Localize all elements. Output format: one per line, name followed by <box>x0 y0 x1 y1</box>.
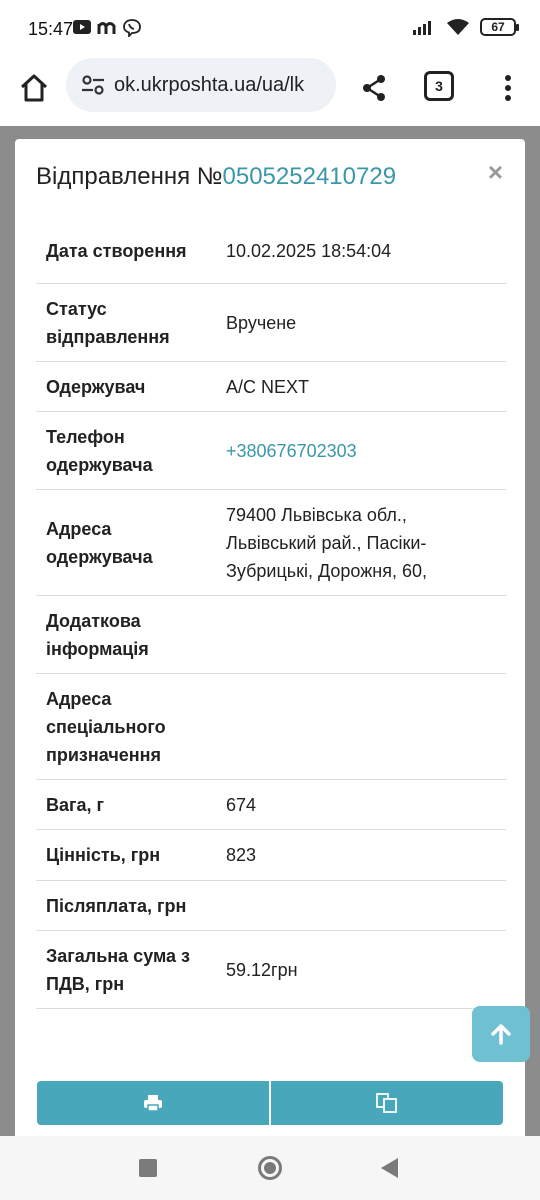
table-row: Цінність, грн 823 <box>36 830 506 881</box>
table-row: Загальна сума з ПДВ, грн 59.12грн <box>36 931 506 1009</box>
row-value-weight: 674 <box>226 794 257 815</box>
battery-icon: 67 <box>480 18 519 36</box>
tracking-number[interactable]: 0505252410729 <box>223 163 397 190</box>
print-button[interactable] <box>37 1081 271 1125</box>
close-icon[interactable]: × <box>488 157 503 188</box>
copy-icon <box>376 1093 397 1113</box>
address-bar[interactable]: ok.ukrposhta.ua/ua/lk <box>66 58 336 112</box>
modal-actions <box>37 1081 503 1125</box>
back-icon[interactable] <box>381 1158 398 1178</box>
row-value-declared-value: 823 <box>226 845 257 865</box>
row-label-status: Статус відправлення <box>46 298 170 347</box>
table-row: Додаткова інформація <box>36 596 506 674</box>
row-label-recipient: Одержувач <box>46 376 146 397</box>
row-value-recipient: А/С NEXT <box>226 376 310 397</box>
row-label-phone: Телефон одержувача <box>46 426 153 475</box>
share-icon <box>363 75 385 101</box>
recents-icon[interactable] <box>139 1159 157 1177</box>
share-button[interactable] <box>354 68 394 108</box>
row-value-address: 79400 Львівська обл., Львівський рай., П… <box>226 504 427 581</box>
home-nav-icon[interactable] <box>258 1156 282 1180</box>
recipient-phone-link[interactable]: +380676702303 <box>226 437 506 465</box>
row-value-status: Вручене <box>226 312 297 333</box>
tabs-icon[interactable]: 3 <box>424 71 454 101</box>
shipment-info-table: Дата створення 10.02.2025 18:54:04 Стату… <box>36 219 506 1009</box>
row-value-created: 10.02.2025 18:54:04 <box>226 241 392 261</box>
browser-toolbar: ok.ukrposhta.ua/ua/lk 3 <box>0 58 540 126</box>
table-row: Одержувач А/С NEXT <box>36 362 506 412</box>
row-label-additional-info: Додаткова інформація <box>46 610 149 659</box>
row-label-weight: Вага, г <box>46 794 105 815</box>
viber-icon <box>123 19 141 37</box>
system-nav-bar <box>0 1136 540 1200</box>
modal-title: Відправлення №0505252410729 <box>36 163 396 191</box>
row-label-declared-value: Цінність, грн <box>46 845 161 865</box>
table-row: Телефон одержувача +380676702303 <box>36 412 506 490</box>
arrow-up-icon <box>491 1024 511 1045</box>
copy-button[interactable] <box>271 1081 503 1125</box>
m-app-icon <box>97 22 116 34</box>
row-label-created: Дата створення <box>46 241 187 261</box>
url-text: ok.ukrposhta.ua/ua/lk <box>114 73 305 96</box>
table-row: Післяплата, грн <box>36 881 506 931</box>
table-row: Адреса спеціального призначення <box>36 674 506 780</box>
status-time: 15:47 <box>28 19 74 39</box>
status-bar: 15:47 67 <box>0 0 540 58</box>
table-row: Дата створення 10.02.2025 18:54:04 <box>36 219 506 284</box>
more-menu-button[interactable] <box>494 68 522 108</box>
scroll-to-top-button[interactable] <box>472 1006 530 1062</box>
tab-count: 3 <box>435 78 443 94</box>
table-row: Адреса одержувача 79400 Львівська обл., … <box>36 490 506 596</box>
title-prefix: Відправлення № <box>36 163 223 190</box>
row-label-total: Загальна сума з ПДВ, грн <box>46 945 190 994</box>
table-row: Вага, г 674 <box>36 780 506 830</box>
row-label-special-address: Адреса спеціального призначення <box>46 688 166 765</box>
battery-level: 67 <box>491 20 505 34</box>
more-vert-icon <box>505 75 511 101</box>
home-button[interactable] <box>14 68 54 108</box>
table-row: Статус відправлення Вручене <box>36 284 506 362</box>
row-value-total: 59.12грн <box>226 959 298 980</box>
home-icon <box>20 74 48 102</box>
row-label-address: Адреса одержувача <box>46 518 153 567</box>
youtube-icon <box>73 20 91 34</box>
site-settings-icon[interactable] <box>80 72 106 98</box>
signal-icon <box>413 21 431 35</box>
wifi-icon <box>447 19 469 35</box>
shipment-modal: Відправлення №0505252410729 × Дата створ… <box>15 139 525 1139</box>
print-icon <box>144 1095 162 1112</box>
row-label-cod: Післяплата, грн <box>46 895 187 916</box>
